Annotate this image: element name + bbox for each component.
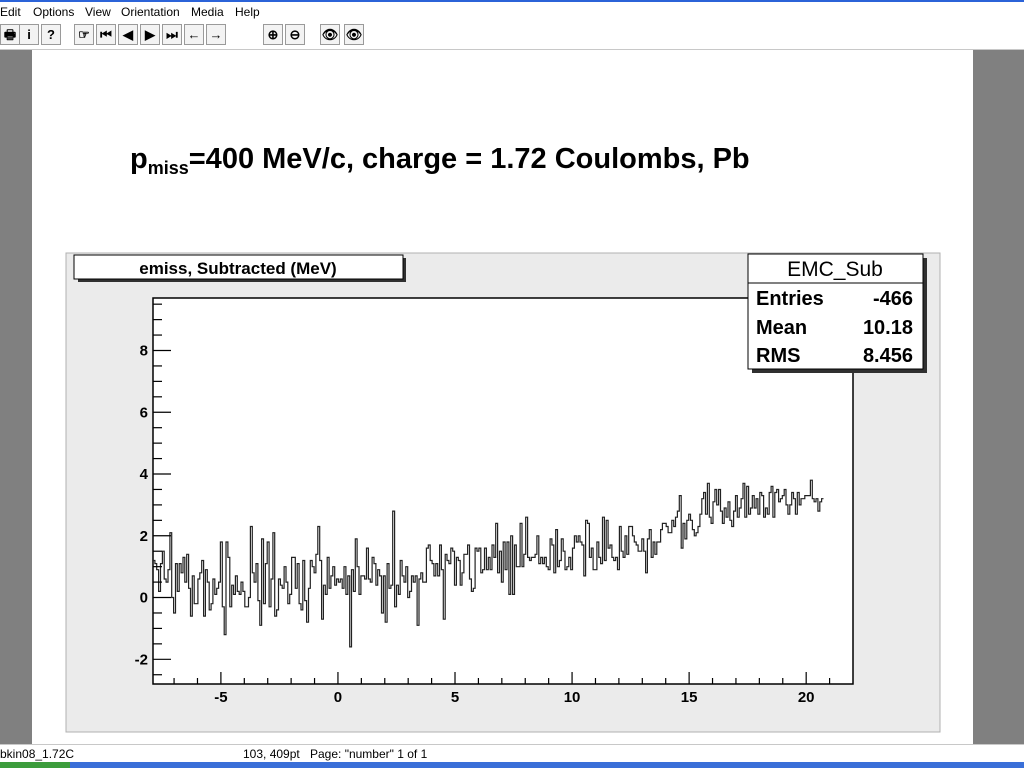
stats-label-mean: Mean — [756, 317, 807, 339]
stats-label-entries: Entries — [756, 288, 824, 310]
x-tick-label: 20 — [798, 689, 815, 706]
x-tick-label: 15 — [681, 689, 698, 706]
status-filename: bkin08_1.72C — [0, 747, 75, 761]
stats-value-mean: 10.18 — [863, 317, 913, 339]
y-tick-label: 0 — [140, 590, 148, 607]
stats-label-rms: RMS — [756, 345, 800, 367]
y-tick-label: 8 — [140, 342, 148, 359]
x-tick-label: -5 — [214, 689, 227, 706]
stats-value-entries: -466 — [873, 288, 913, 310]
y-tick-label: 2 — [140, 528, 148, 545]
y-tick-label: 6 — [140, 404, 148, 421]
stats-name: EMC_Sub — [787, 258, 883, 281]
status-coords: 103, 409pt — [243, 747, 300, 761]
taskbar — [0, 762, 1024, 768]
y-tick-label: -2 — [135, 651, 148, 668]
hist-title: emiss, Subtracted (MeV) — [139, 259, 336, 278]
y-tick-label: 4 — [140, 466, 149, 483]
hist-title-box: emiss, Subtracted (MeV) — [73, 254, 406, 282]
status-bar: bkin08_1.72C 103, 409pt Page: "number" 1… — [0, 744, 1024, 763]
stats-box: EMC_Sub Entries -466 Mean 10.18 RMS 8.45… — [747, 253, 927, 373]
histogram-plot: -5 0 5 10 15 20 -2 0 2 4 6 8 emiss, Subtracted (MeV… — [65, 252, 941, 733]
status-page: Page: "number" 1 of 1 — [310, 747, 428, 761]
x-tick-label: 0 — [334, 689, 342, 706]
x-tick-label: 5 — [451, 689, 459, 706]
stats-value-rms: 8.456 — [863, 345, 913, 367]
start-button[interactable] — [0, 762, 70, 768]
x-tick-label: 10 — [564, 689, 581, 706]
